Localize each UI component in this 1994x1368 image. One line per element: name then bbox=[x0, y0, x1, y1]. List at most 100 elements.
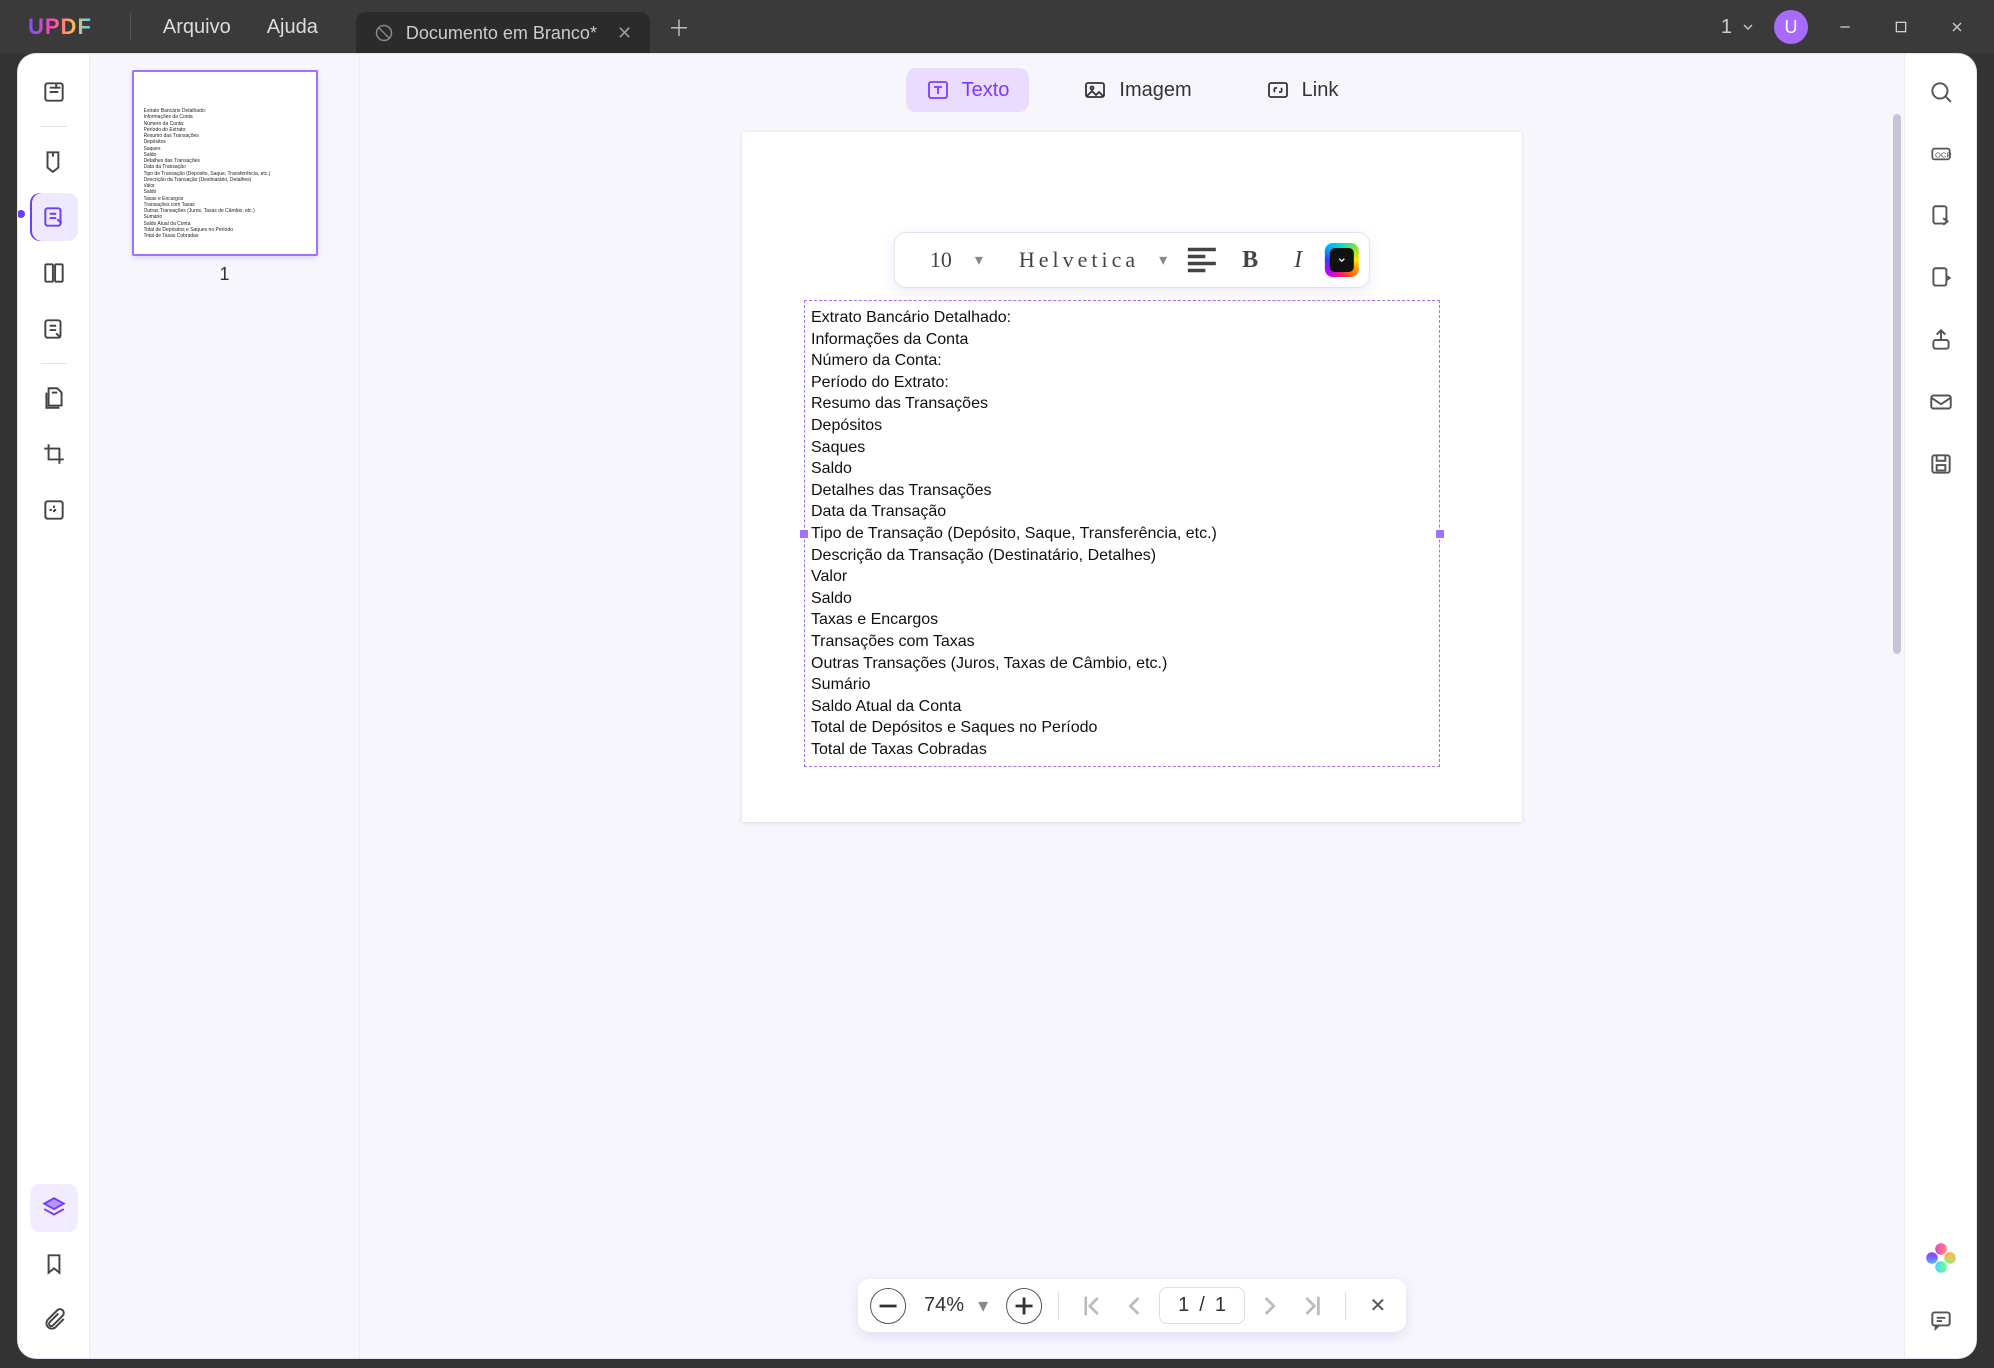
text-edit-frame[interactable]: Extrato Bancário Detalhado:Informações d… bbox=[804, 300, 1440, 767]
tab-bar: Documento em Branco* ✕ ＋ bbox=[356, 0, 690, 54]
zoom-nav-bar: 74% ▾ 1 / 1 ✕ bbox=[858, 1279, 1406, 1332]
align-button[interactable] bbox=[1181, 239, 1223, 281]
document-text-line[interactable]: Total de Taxas Cobradas bbox=[811, 739, 1433, 761]
resize-handle-left[interactable] bbox=[800, 530, 808, 538]
document-text-line[interactable]: Informações da Conta bbox=[811, 329, 1433, 351]
chevron-down-icon bbox=[1740, 19, 1756, 35]
view-count-value: 1 bbox=[1721, 16, 1732, 39]
share-button[interactable] bbox=[1917, 316, 1965, 364]
organize-tool[interactable] bbox=[30, 249, 78, 297]
redact-tool[interactable] bbox=[30, 486, 78, 534]
first-page-button[interactable] bbox=[1075, 1290, 1107, 1322]
page-tool[interactable] bbox=[30, 374, 78, 422]
email-button[interactable] bbox=[1917, 378, 1965, 426]
user-avatar[interactable]: U bbox=[1774, 10, 1808, 44]
tab-title: Documento em Branco* bbox=[406, 23, 597, 44]
page-thumbnail[interactable]: Extrato Bancário Detalhado:Informações d… bbox=[132, 70, 318, 256]
font-family-value: Helvetica bbox=[1005, 247, 1153, 273]
page-indicator[interactable]: 1 / 1 bbox=[1159, 1287, 1245, 1324]
reader-tool[interactable] bbox=[30, 68, 78, 116]
zoom-bar-close-button[interactable]: ✕ bbox=[1362, 1290, 1394, 1322]
document-text-line[interactable]: Tipo de Transação (Depósito, Saque, Tran… bbox=[811, 523, 1433, 545]
comment-tool[interactable] bbox=[30, 137, 78, 185]
compress-icon bbox=[1928, 265, 1954, 291]
document-text-line[interactable]: Total de Depósitos e Saques no Período bbox=[811, 717, 1433, 739]
document-text-line[interactable]: Extrato Bancário Detalhado: bbox=[811, 307, 1433, 329]
ocr-button[interactable]: OCR bbox=[1917, 130, 1965, 178]
crop-tool[interactable] bbox=[30, 430, 78, 478]
document-text-line[interactable]: Transações com Taxas bbox=[811, 631, 1433, 653]
edit-mode-bar: Texto Imagem Link bbox=[906, 68, 1359, 112]
document-text-line[interactable]: Valor bbox=[811, 566, 1433, 588]
resize-handle-right[interactable] bbox=[1436, 530, 1444, 538]
document-text-line[interactable]: Saldo bbox=[811, 458, 1433, 480]
window-minimize-button[interactable] bbox=[1826, 8, 1864, 46]
search-button[interactable] bbox=[1917, 68, 1965, 116]
document-text-line[interactable]: Detalhes das Transações bbox=[811, 480, 1433, 502]
menu-file[interactable]: Arquivo bbox=[145, 8, 249, 47]
convert-button[interactable] bbox=[1917, 192, 1965, 240]
next-page-button[interactable] bbox=[1255, 1290, 1287, 1322]
chevron-down-icon bbox=[1330, 248, 1354, 272]
vertical-scrollbar[interactable] bbox=[1893, 114, 1901, 654]
share-icon bbox=[1928, 327, 1954, 353]
document-text-line[interactable]: Depósitos bbox=[811, 415, 1433, 437]
text-icon bbox=[926, 78, 950, 102]
image-icon bbox=[1083, 78, 1107, 102]
menu-help[interactable]: Ajuda bbox=[249, 8, 336, 47]
zoom-percent-select[interactable]: 74% ▾ bbox=[916, 1293, 996, 1318]
document-text-line[interactable]: Saques bbox=[811, 437, 1433, 459]
page[interactable]: ▾ Helvetica ▾ B I Extrato Bancário Detal bbox=[742, 132, 1522, 822]
mode-link[interactable]: Link bbox=[1246, 68, 1359, 112]
font-size-select[interactable]: ▾ bbox=[905, 243, 991, 277]
document-text-line[interactable]: Saldo bbox=[811, 588, 1433, 610]
new-tab-button[interactable]: ＋ bbox=[668, 11, 690, 43]
bookmark-panel[interactable] bbox=[30, 1240, 78, 1288]
form-tool[interactable] bbox=[30, 305, 78, 353]
document-text-line[interactable]: Taxas e Encargos bbox=[811, 609, 1433, 631]
active-tool-indicator bbox=[18, 210, 25, 218]
window-close-button[interactable] bbox=[1938, 8, 1976, 46]
text-color-button[interactable] bbox=[1325, 243, 1359, 277]
ocr-icon: OCR bbox=[1928, 141, 1954, 167]
document-text-line[interactable]: Data da Transação bbox=[811, 501, 1433, 523]
compress-button[interactable] bbox=[1917, 254, 1965, 302]
save-button[interactable] bbox=[1917, 440, 1965, 488]
layers-panel[interactable] bbox=[30, 1184, 78, 1232]
document-tab[interactable]: Documento em Branco* ✕ bbox=[356, 12, 650, 54]
window-maximize-button[interactable] bbox=[1882, 8, 1920, 46]
zoom-out-button[interactable] bbox=[870, 1288, 906, 1324]
last-page-button[interactable] bbox=[1297, 1290, 1329, 1322]
convert-icon bbox=[1928, 203, 1954, 229]
prev-page-button[interactable] bbox=[1117, 1290, 1149, 1322]
link-icon bbox=[1266, 78, 1290, 102]
document-text-line[interactable]: Número da Conta: bbox=[811, 350, 1433, 372]
edit-tool[interactable] bbox=[30, 193, 78, 241]
titlebar-right: 1 U bbox=[1721, 8, 1986, 46]
document-text-line[interactable]: Outras Transações (Juros, Taxas de Câmbi… bbox=[811, 653, 1433, 675]
titlebar: UPDF Arquivo Ajuda Documento em Branco* … bbox=[0, 0, 1994, 54]
bold-button[interactable]: B bbox=[1229, 239, 1271, 281]
font-family-select[interactable]: Helvetica ▾ bbox=[997, 243, 1175, 277]
mode-image[interactable]: Imagem bbox=[1063, 68, 1211, 112]
mode-text[interactable]: Texto bbox=[906, 68, 1030, 112]
attachment-panel[interactable] bbox=[30, 1296, 78, 1344]
tab-close-icon[interactable]: ✕ bbox=[617, 23, 632, 44]
chat-icon bbox=[1928, 1307, 1954, 1333]
italic-button[interactable]: I bbox=[1277, 239, 1319, 281]
document-text-line[interactable]: Descrição da Transação (Destinatário, De… bbox=[811, 545, 1433, 567]
document-text-line[interactable]: Saldo Atual da Conta bbox=[811, 696, 1433, 718]
document-text-line[interactable]: Período do Extrato: bbox=[811, 372, 1433, 394]
chat-button[interactable] bbox=[1917, 1296, 1965, 1344]
thumbnail-page-number: 1 bbox=[219, 264, 229, 285]
document-text-line[interactable]: Resumo das Transações bbox=[811, 393, 1433, 415]
view-count-dropdown[interactable]: 1 bbox=[1721, 16, 1756, 39]
chevron-down-icon: ▾ bbox=[978, 1293, 988, 1318]
font-size-input[interactable] bbox=[913, 247, 969, 273]
zoom-in-button[interactable] bbox=[1006, 1288, 1042, 1324]
search-icon bbox=[1928, 79, 1954, 105]
right-rail: OCR bbox=[1904, 54, 1976, 1358]
ai-assistant-button[interactable] bbox=[1917, 1234, 1965, 1282]
blank-doc-icon bbox=[374, 23, 394, 43]
document-text-line[interactable]: Sumário bbox=[811, 674, 1433, 696]
